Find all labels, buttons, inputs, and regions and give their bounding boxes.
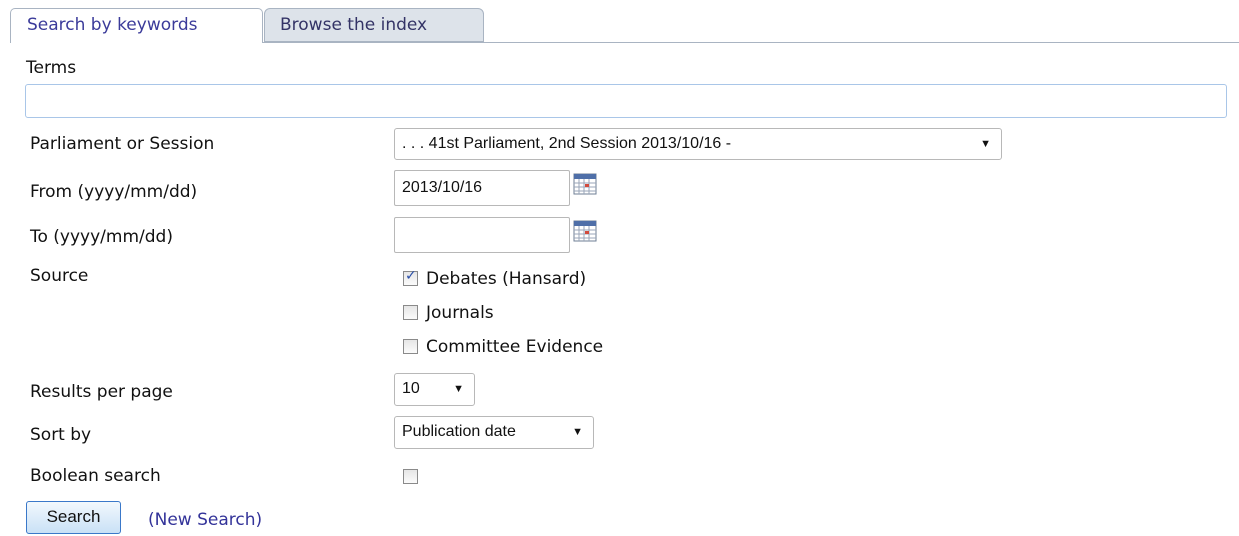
sort-by-select[interactable]: Publication date ▼ bbox=[394, 416, 594, 449]
boolean-search-checkbox[interactable] bbox=[403, 469, 418, 484]
from-date-value: 2013/10/16 bbox=[402, 179, 483, 196]
search-tabs: Search by keywords Browse the index bbox=[0, 0, 1239, 43]
sort-by-value: Publication date bbox=[402, 423, 516, 440]
checkmark-icon: ✓ bbox=[405, 268, 417, 284]
committee-evidence-label: Committee Evidence bbox=[426, 337, 604, 357]
results-per-page-label: Results per page bbox=[30, 382, 173, 402]
boolean-search-label: Boolean search bbox=[30, 466, 161, 486]
parliament-label: Parliament or Session bbox=[30, 134, 215, 154]
parliament-select-value: . . . 41st Parliament, 2nd Session 2013/… bbox=[402, 135, 732, 152]
chevron-down-icon: ▼ bbox=[572, 426, 583, 438]
tab-browse-the-index[interactable]: Browse the index bbox=[264, 8, 484, 42]
new-search-link[interactable]: (New Search) bbox=[148, 510, 262, 530]
search-button[interactable]: Search bbox=[26, 501, 121, 534]
journals-checkbox[interactable] bbox=[403, 305, 418, 320]
terms-input[interactable] bbox=[25, 84, 1227, 118]
tab-search-by-keywords[interactable]: Search by keywords bbox=[10, 8, 263, 43]
chevron-down-icon: ▼ bbox=[453, 383, 464, 395]
calendar-icon[interactable] bbox=[573, 173, 597, 195]
to-date-label: To (yyyy/mm/dd) bbox=[30, 227, 173, 247]
calendar-icon[interactable] bbox=[573, 220, 597, 242]
terms-label: Terms bbox=[26, 58, 77, 78]
chevron-down-icon: ▼ bbox=[980, 138, 991, 150]
parliament-select[interactable]: . . . 41st Parliament, 2nd Session 2013/… bbox=[394, 128, 1002, 160]
sort-by-label: Sort by bbox=[30, 425, 92, 445]
from-date-label: From (yyyy/mm/dd) bbox=[30, 182, 198, 202]
source-label: Source bbox=[30, 266, 89, 286]
to-date-input[interactable] bbox=[394, 217, 570, 253]
results-per-page-select[interactable]: 10 ▼ bbox=[394, 373, 475, 406]
from-date-input[interactable]: 2013/10/16 bbox=[394, 170, 570, 206]
debates-label: Debates (Hansard) bbox=[426, 269, 587, 289]
committee-evidence-checkbox[interactable] bbox=[403, 339, 418, 354]
journals-label: Journals bbox=[426, 303, 494, 323]
results-per-page-value: 10 bbox=[402, 380, 420, 397]
debates-checkbox[interactable]: ✓ bbox=[403, 268, 418, 286]
tab-divider-line bbox=[262, 42, 1239, 43]
